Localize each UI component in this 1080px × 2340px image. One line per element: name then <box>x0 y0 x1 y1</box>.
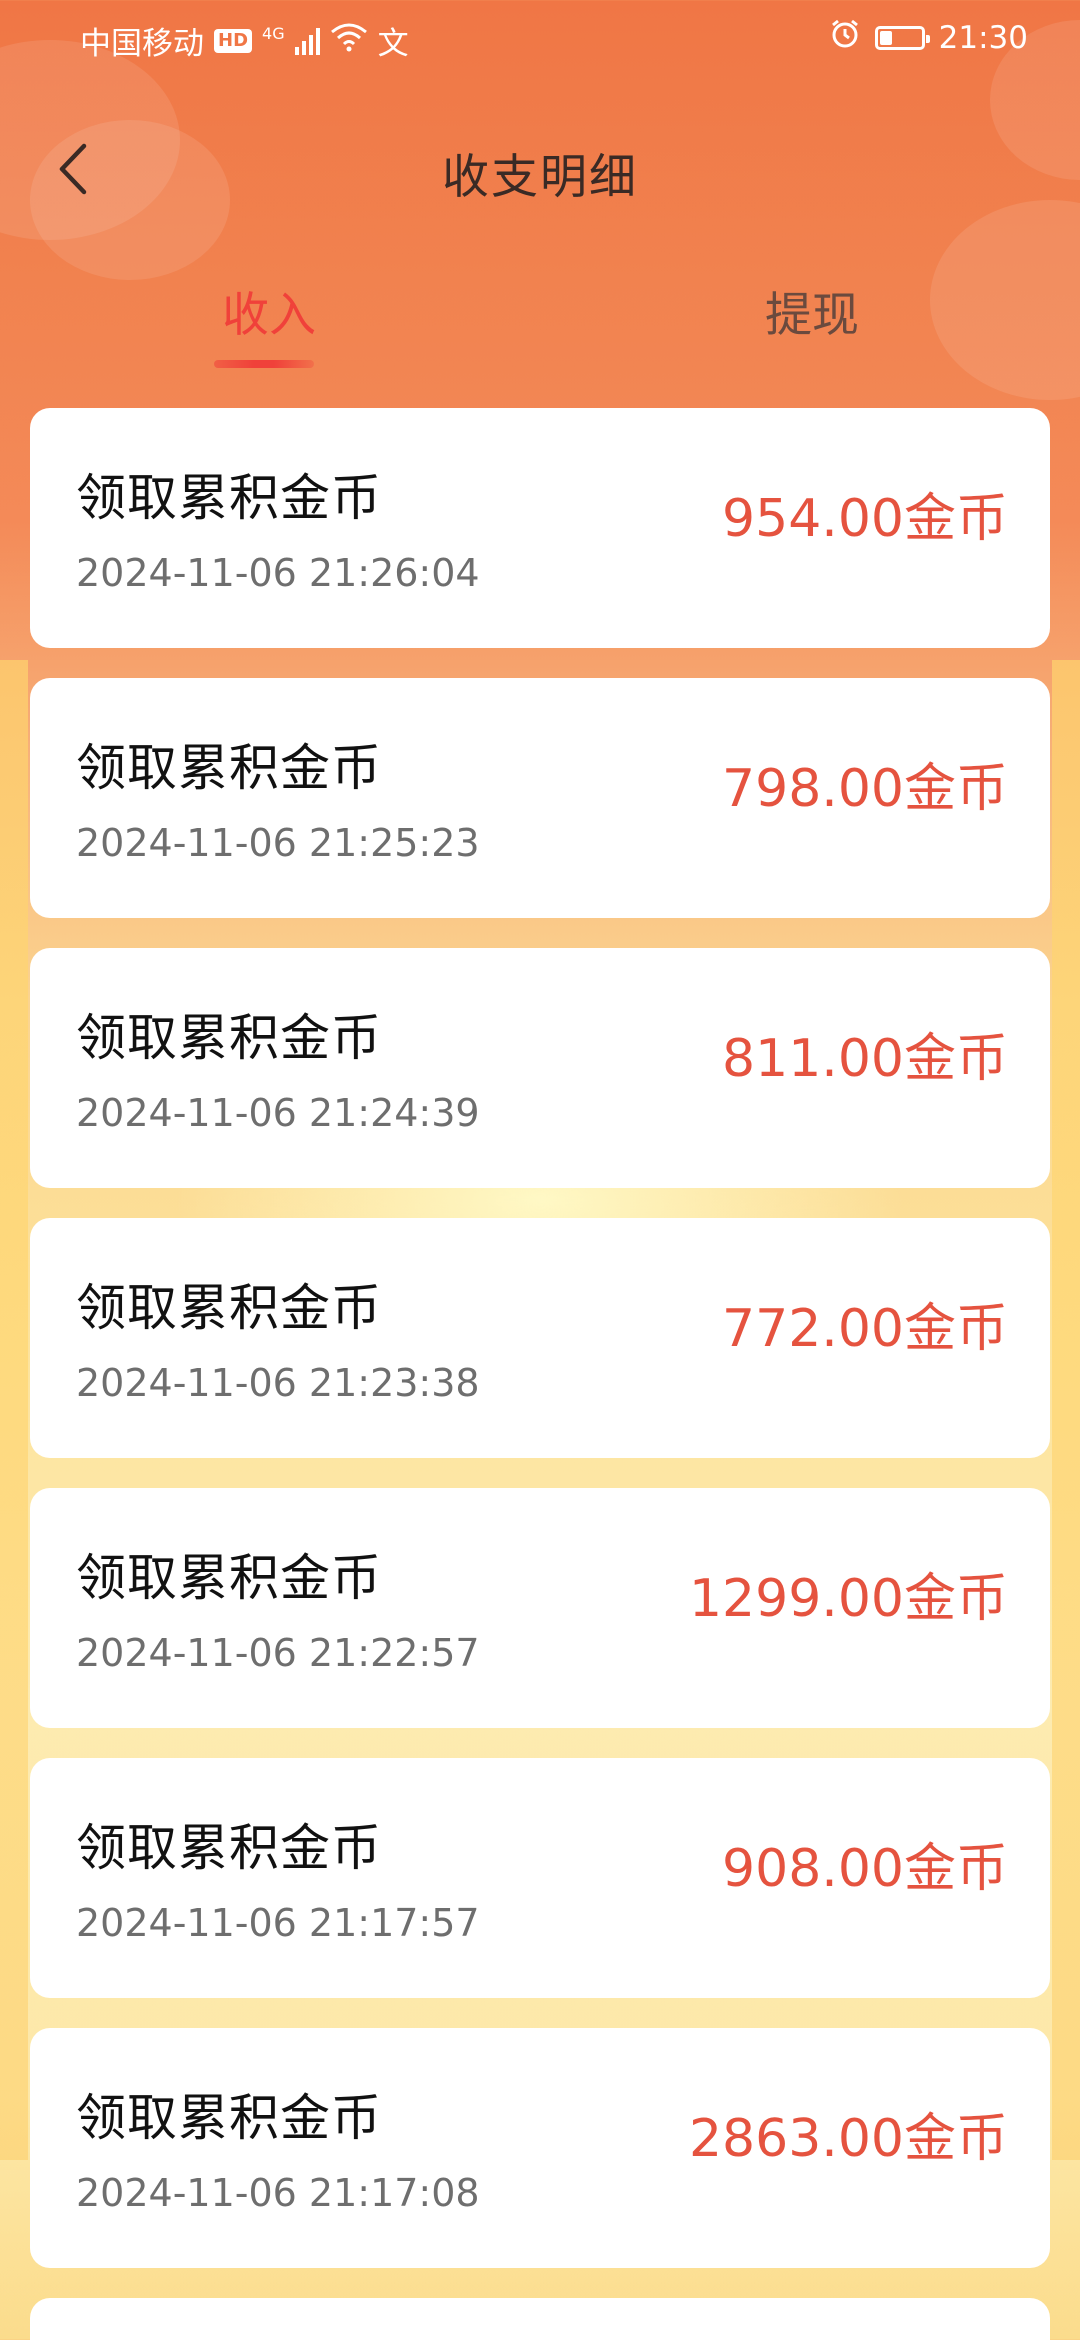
network-type: 4G <box>262 24 285 43</box>
record-time: 2024-11-06 21:22:57 <box>76 1631 480 1675</box>
record-time: 2024-11-06 21:24:39 <box>76 1091 480 1135</box>
tab-income[interactable]: 收入 <box>222 276 316 345</box>
record-card[interactable]: 领取累积金币 2024-11-06 21:25:23 798.00金币 <box>30 678 1050 918</box>
battery-icon <box>874 26 930 50</box>
record-card[interactable]: 领取累积金币 2024-11-06 21:23:38 772.00金币 <box>30 1218 1050 1458</box>
record-title: 领取累积金币 <box>76 469 382 527</box>
record-amount: 811.00金币 <box>722 1029 1008 1089</box>
record-amount: 954.00金币 <box>722 489 1008 549</box>
record-title: 领取累积金币 <box>76 739 382 797</box>
record-amount: 1299.00金币 <box>688 1569 1008 1629</box>
status-bar: 中国移动 HD 4G 文 21:30 <box>0 0 1080 76</box>
active-tab-indicator <box>214 360 314 368</box>
record-card[interactable]: 领取累积金币 2024-11-06 21:24:39 811.00金币 <box>30 948 1050 1188</box>
wifi-icon <box>330 22 368 60</box>
record-title: 领取累积金币 <box>76 1549 382 1607</box>
record-title: 领取累积金币 <box>76 2089 382 2147</box>
alarm-icon <box>829 18 861 58</box>
signal-icon <box>294 27 320 55</box>
translate-icon: 文 <box>377 26 409 62</box>
record-amount: 772.00金币 <box>722 1299 1008 1359</box>
record-title: 领取累积金币 <box>76 1819 382 1877</box>
record-time: 2024-11-06 21:25:23 <box>76 821 480 865</box>
record-card[interactable]: 领取累积金币 2024-11-06 21:22:57 1299.00金币 <box>30 1488 1050 1728</box>
record-amount: 798.00金币 <box>722 759 1008 819</box>
record-time: 2024-11-06 21:23:38 <box>76 1361 480 1405</box>
record-amount: 908.00金币 <box>722 1839 1008 1899</box>
hd-icon: HD <box>214 28 253 53</box>
record-time: 2024-11-06 21:26:04 <box>76 551 480 595</box>
clock: 21:30 <box>938 20 1028 56</box>
record-title: 领取累积金币 <box>76 1279 382 1337</box>
record-card[interactable]: 领取累积金币 2024-11-06 21:26:04 954.00金币 <box>30 408 1050 648</box>
tab-withdraw[interactable]: 提现 <box>765 276 859 345</box>
record-time: 2024-11-06 21:17:57 <box>76 1901 480 1945</box>
record-card[interactable]: 领取累积金币 2024-11-06 21:17:57 908.00金币 <box>30 1758 1050 1998</box>
page-title: 收支明细 <box>442 150 638 205</box>
record-card[interactable] <box>30 2298 1050 2340</box>
record-amount: 2863.00金币 <box>688 2109 1008 2169</box>
record-title: 领取累积金币 <box>76 1009 382 1067</box>
carrier-label: 中国移动 <box>80 26 204 62</box>
record-time: 2024-11-06 21:17:08 <box>76 2171 480 2215</box>
record-card[interactable]: 领取累积金币 2024-11-06 21:17:08 2863.00金币 <box>30 2028 1050 2268</box>
